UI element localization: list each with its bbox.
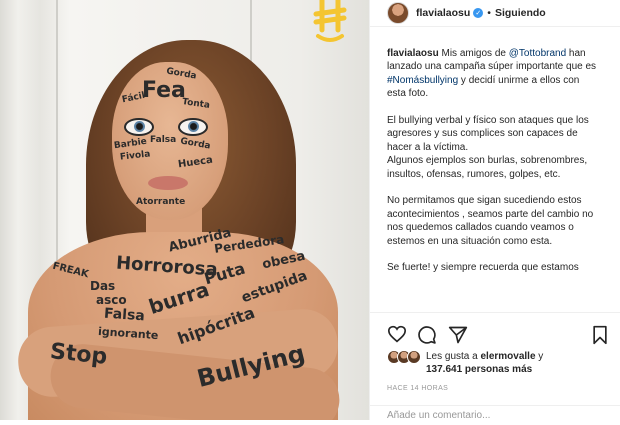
word-fea: Fea [142,78,186,103]
word-das: Das [90,279,116,293]
post-timestamp[interactable]: HACE 14 HORAS [387,385,448,392]
share-icon[interactable] [448,325,468,345]
left-eye [124,118,154,136]
word-falsa: Falsa [103,305,146,325]
caption-paragraph-3: No permitamos que sigan sucediendo estos… [387,194,597,248]
caption-text: Mis amigos de [441,48,509,59]
caption-text: El bullying verbal y físico son ataques … [387,115,589,153]
instagram-post: Fea Gorda Fácil Tonta Falsa Barbie Fivol… [0,0,620,421]
post-sidebar: flavialaosu ✓ • Siguiendo flavialaosu Mi… [369,0,620,421]
word-stop: Stop [48,339,109,370]
caption-paragraph-4: Se fuerte! y siempre recuerda que estamo… [387,261,597,274]
caption-text: No permitamos que sigan sucediendo estos… [387,195,594,247]
likes-prefix: Les gusta a [426,351,481,362]
mention-link[interactable]: @Tottobrand [509,48,566,59]
post-header: flavialaosu ✓ • Siguiendo [370,0,620,27]
post-photo[interactable]: Fea Gorda Fácil Tonta Falsa Barbie Fivol… [0,0,369,420]
heart-icon[interactable] [387,325,407,343]
caption-username[interactable]: flavialaosu [387,48,439,59]
header-username[interactable]: flavialaosu [416,7,470,19]
caption-text: Se fuerte! y siempre recuerda que estamo… [387,262,579,274]
caption-paragraph-1: flavialaosu Mis amigos de @Tottobrand ha… [387,47,597,101]
separator-dot: • [487,7,491,19]
comment-input[interactable]: Añade un comentario... [370,405,620,425]
right-eye [178,118,208,136]
following-button[interactable]: Siguiendo [495,7,546,19]
likes-conjunction: y [535,351,544,362]
hashtag-link[interactable]: #Nomásbullying [387,75,458,86]
likes-count[interactable]: 137.641 [426,364,462,375]
caption-text: Algunos ejemplos son burlas, sobrenombre… [387,155,588,180]
post-caption: flavialaosu Mis amigos de @Tottobrand ha… [387,47,597,288]
liker-username[interactable]: elermovalle [480,351,535,362]
likes-row: Les gusta a elermovalle y 137.641 person… [387,350,543,376]
likes-summary: Les gusta a elermovalle y 137.641 person… [426,350,543,376]
word-atorrante: Atorrante [136,197,186,207]
word-asco: asco [96,293,127,307]
likes-suffix[interactable]: personas más [462,364,532,375]
verified-icon: ✓ [473,8,484,18]
caption-paragraph-2: El bullying verbal y físico son ataques … [387,114,597,181]
liker-avatar[interactable] [407,350,421,364]
avatar[interactable] [387,2,409,24]
bookmark-icon[interactable] [592,325,608,345]
lips [148,176,188,190]
comment-icon[interactable] [417,325,437,345]
yellow-logo-icon [313,0,347,42]
post-actions: Les gusta a elermovalle y 137.641 person… [370,312,620,421]
word-falsa-face: Falsa [150,135,177,145]
